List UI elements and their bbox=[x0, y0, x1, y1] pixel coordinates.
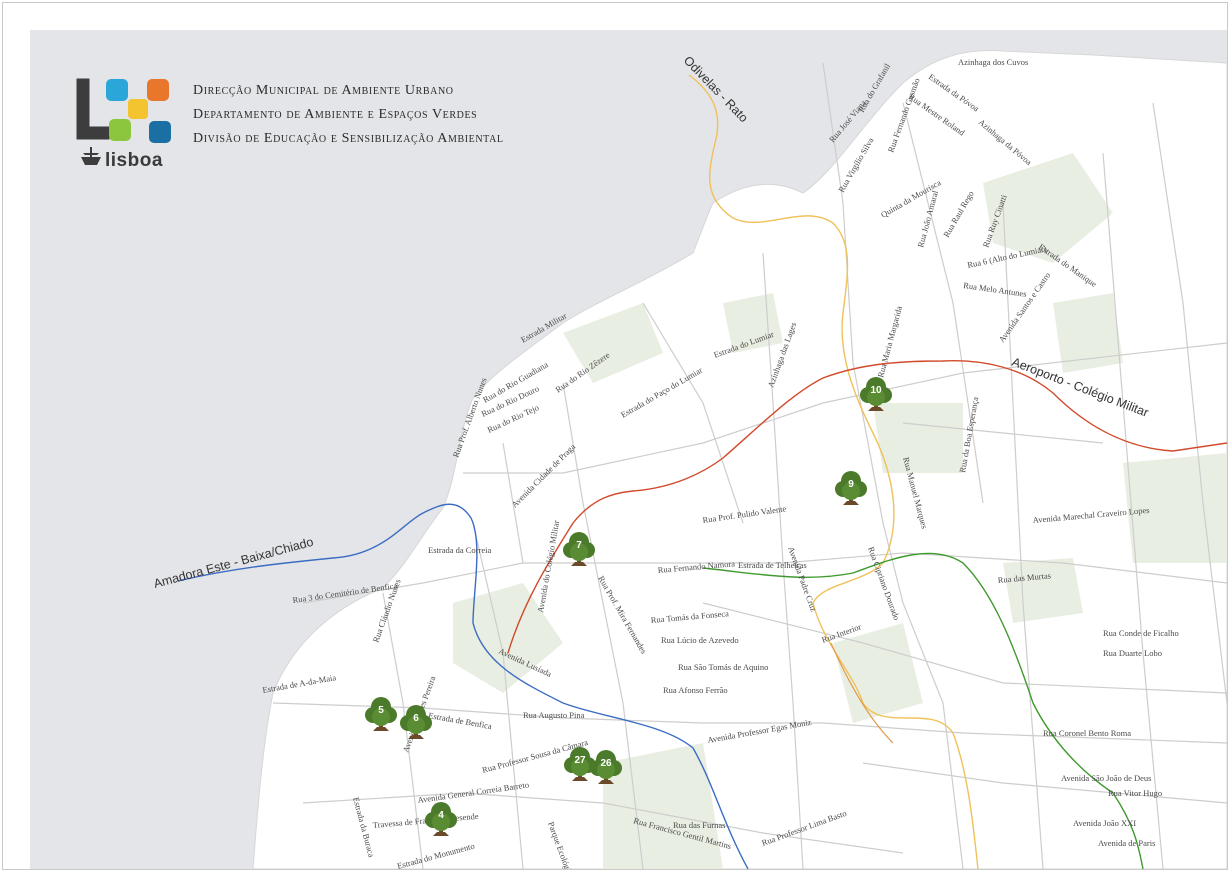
street-label: Rua Vitor Hugo bbox=[1108, 788, 1162, 798]
map-frame[interactable]: Odivelas - Rato Aeroporto - Colégio Mili… bbox=[2, 2, 1228, 870]
street-label: Avenida de Paris bbox=[1098, 838, 1155, 848]
street-label: Rua São Tomás de Aquino bbox=[678, 662, 768, 672]
street-label: Estrada de Telheiras bbox=[738, 560, 807, 570]
tree-marker-number: 6 bbox=[413, 713, 419, 724]
tree-marker-number: 5 bbox=[378, 705, 384, 716]
street-label: Rua Augusto Pina bbox=[523, 710, 585, 720]
street-label: Rua Conde de Ficalho bbox=[1103, 628, 1179, 638]
logo-wordmark: lisboa bbox=[105, 150, 163, 171]
ship-emblem-icon bbox=[81, 147, 101, 165]
street-label: Avenida João XXI bbox=[1073, 818, 1136, 828]
tree-marker-number: 9 bbox=[848, 479, 854, 490]
tree-marker-number: 7 bbox=[576, 540, 582, 551]
org-line-2: Departamento de Ambiente e Espaços Verde… bbox=[193, 107, 478, 122]
street-label: Rua Coronel Bento Roma bbox=[1043, 728, 1131, 738]
street-label: Rua Afonso Ferrão bbox=[663, 685, 728, 695]
tree-marker-number: 4 bbox=[438, 810, 444, 821]
tree-marker-number: 26 bbox=[600, 758, 612, 769]
org-line-3: Divisão de Educação e Sensibilização Amb… bbox=[193, 131, 504, 146]
tree-marker-number: 27 bbox=[574, 755, 586, 766]
org-line-1: Direcção Municipal de Ambiente Urbano bbox=[193, 83, 454, 98]
street-label: Estrada da Correia bbox=[428, 545, 491, 555]
street-label: Rua Lúcio de Azevedo bbox=[661, 635, 739, 645]
street-label: Avenida São João de Deus bbox=[1061, 773, 1152, 783]
street-label: Azinhaga dos Cuvos bbox=[958, 57, 1028, 67]
tree-marker-number: 10 bbox=[870, 385, 882, 396]
map-canvas[interactable]: Odivelas - Rato Aeroporto - Colégio Mili… bbox=[3, 3, 1227, 869]
street-label: Rua Duarte Lobo bbox=[1103, 648, 1162, 658]
